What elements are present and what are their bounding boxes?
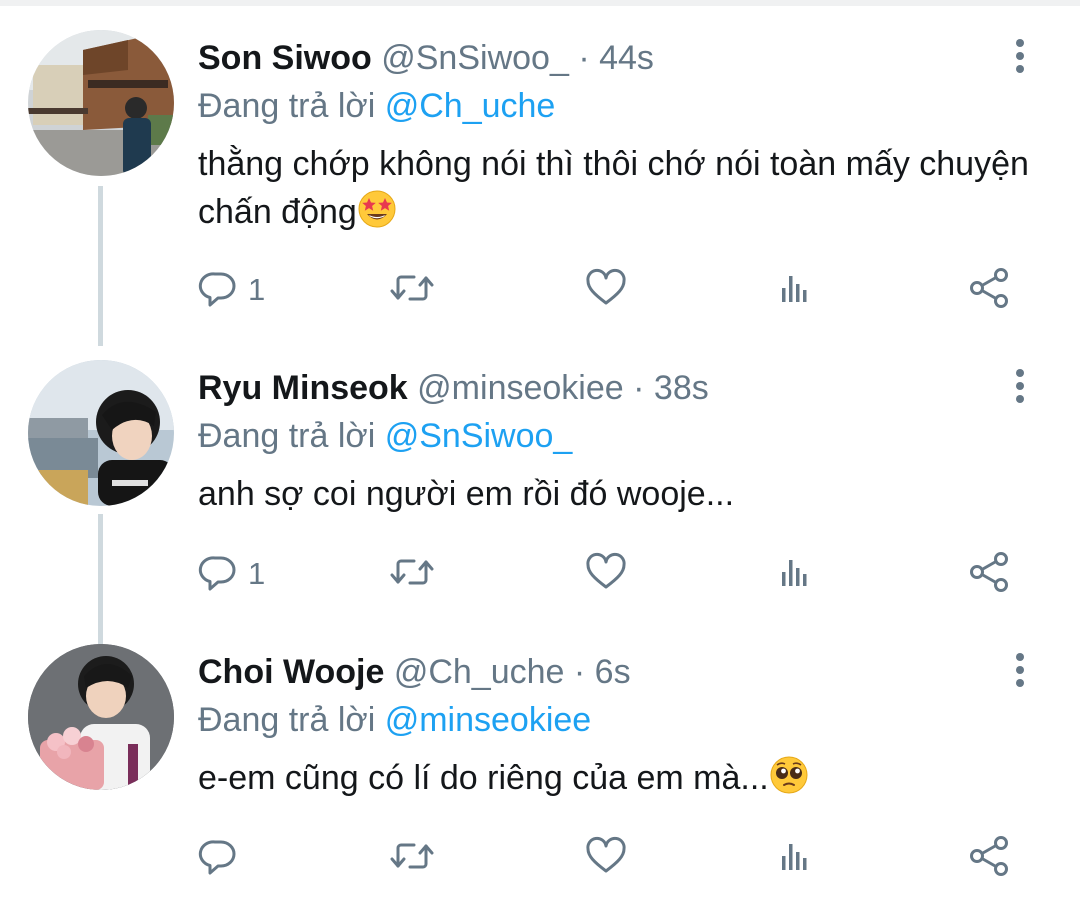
retweet-icon — [388, 552, 436, 597]
pleading-face-emoji — [769, 755, 809, 795]
analytics-button[interactable] — [776, 550, 816, 598]
more-vertical-icon[interactable] — [1002, 652, 1038, 688]
replying-to-label: Đang trả lời — [198, 701, 376, 739]
retweet-button[interactable] — [388, 550, 436, 598]
avatar[interactable] — [28, 644, 174, 790]
tweet-text: anh sợ coi người em rồi đó wooje... — [198, 470, 1038, 518]
replying-to-line: Đang trả lời @SnSiwoo_ — [198, 414, 572, 458]
retweet-icon — [388, 268, 436, 313]
replying-to-mention[interactable]: @Ch_uche — [385, 87, 556, 125]
share-icon — [968, 266, 1012, 315]
more-vertical-icon[interactable] — [1002, 368, 1038, 404]
tweet-text: e-em cũng có lí do riêng của em mà... — [198, 754, 1038, 802]
tweet[interactable]: Choi Wooje @Ch_uche · 6s Đang trả lời @m… — [0, 614, 1080, 904]
like-icon — [584, 268, 628, 313]
timestamp[interactable]: 44s — [599, 39, 654, 77]
replying-to-label: Đang trả lời — [198, 87, 376, 125]
timestamp[interactable]: 6s — [595, 653, 631, 691]
retweet-button[interactable] — [388, 266, 436, 314]
analytics-icon — [776, 268, 816, 313]
user-handle[interactable]: @Ch_uche — [394, 653, 565, 691]
retweet-icon — [388, 836, 436, 881]
retweet-button[interactable] — [388, 834, 436, 882]
avatar[interactable] — [28, 30, 174, 176]
reply-button[interactable] — [198, 834, 248, 882]
reply-count: 1 — [248, 556, 266, 591]
reply-icon — [198, 268, 238, 313]
tweet-text-content: anh sợ coi người em rồi đó wooje... — [198, 475, 735, 513]
replying-to-line: Đang trả lời @minseokiee — [198, 698, 591, 742]
like-button[interactable] — [584, 550, 628, 598]
tweet-header: Ryu Minseok @minseokiee · 38s — [198, 366, 709, 410]
reply-count: 1 — [248, 272, 266, 307]
reply-button[interactable]: 1 — [198, 550, 265, 598]
tweet-actions: 1 — [198, 550, 1038, 598]
user-handle[interactable]: @minseokiee — [417, 369, 624, 407]
separator-dot: · — [578, 39, 590, 77]
tweet-header: Son Siwoo @SnSiwoo_ · 44s — [198, 36, 654, 80]
star-struck-emoji — [357, 189, 397, 229]
tweet[interactable]: Ryu Minseok @minseokiee · 38s Đang trả l… — [0, 330, 1080, 620]
display-name[interactable]: Choi Wooje — [198, 653, 384, 691]
tweet-actions — [198, 834, 1038, 882]
reply-icon — [198, 552, 238, 597]
analytics-icon — [776, 552, 816, 597]
analytics-button[interactable] — [776, 266, 816, 314]
analytics-icon — [776, 836, 816, 881]
like-button[interactable] — [584, 266, 628, 314]
like-icon — [584, 836, 628, 881]
tweet-text-content: e-em cũng có lí do riêng của em mà... — [198, 759, 769, 797]
timestamp[interactable]: 38s — [654, 369, 709, 407]
display-name[interactable]: Ryu Minseok — [198, 369, 408, 407]
tweet-actions: 1 — [198, 266, 1038, 314]
tweet-header: Choi Wooje @Ch_uche · 6s — [198, 650, 631, 694]
separator-dot: · — [633, 369, 645, 407]
share-button[interactable] — [968, 266, 1012, 314]
replying-to-label: Đang trả lời — [198, 417, 376, 455]
replying-to-mention[interactable]: @minseokiee — [385, 701, 592, 739]
tweet[interactable]: Son Siwoo @SnSiwoo_ · 44s Đang trả lời @… — [0, 0, 1080, 308]
separator-dot: · — [573, 653, 586, 691]
reply-icon — [198, 836, 238, 881]
display-name[interactable]: Son Siwoo — [198, 39, 372, 77]
share-button[interactable] — [968, 550, 1012, 598]
analytics-button[interactable] — [776, 834, 816, 882]
avatar[interactable] — [28, 360, 174, 506]
like-icon — [584, 552, 628, 597]
replying-to-line: Đang trả lời @Ch_uche — [198, 84, 555, 128]
user-handle[interactable]: @SnSiwoo_ — [381, 39, 569, 77]
replying-to-mention[interactable]: @SnSiwoo_ — [385, 417, 573, 455]
more-vertical-icon[interactable] — [1002, 38, 1038, 74]
tweet-text-content: thằng chớp không nói thì thôi chớ nói to… — [198, 145, 1029, 231]
share-button[interactable] — [968, 834, 1012, 882]
share-icon — [968, 550, 1012, 599]
tweet-text: thằng chớp không nói thì thôi chớ nói to… — [198, 140, 1038, 236]
like-button[interactable] — [584, 834, 628, 882]
reply-button[interactable]: 1 — [198, 266, 265, 314]
share-icon — [968, 834, 1012, 883]
